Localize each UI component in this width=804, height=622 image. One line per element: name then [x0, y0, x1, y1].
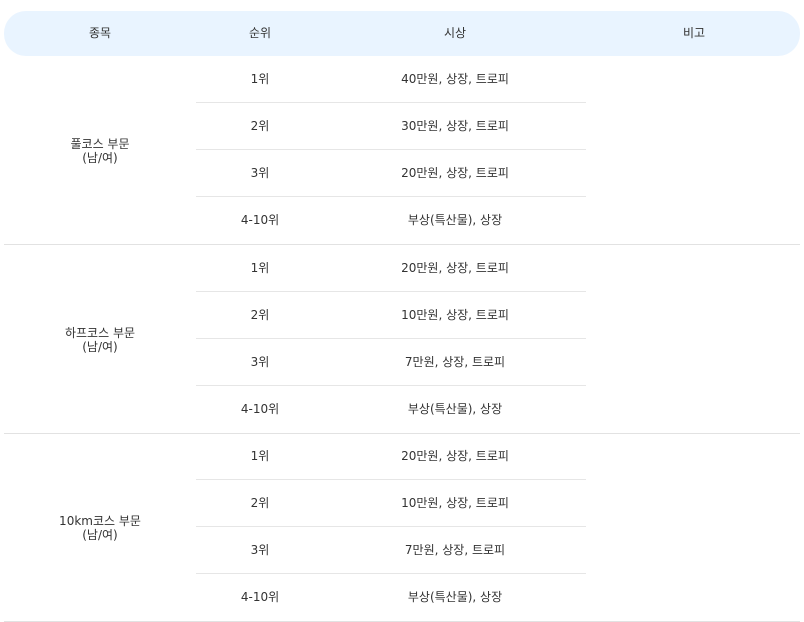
- rank-cell: 3위: [250, 166, 270, 180]
- header-note: 비고: [682, 26, 706, 40]
- prize-cell: 40만원, 상장, 트로피: [401, 72, 509, 86]
- table-row: 3위 7만원, 상장, 트로피: [196, 527, 586, 574]
- event-name: 풀코스 부문: [70, 136, 130, 151]
- header-event: 종목: [88, 26, 112, 40]
- event-gender: (남/여): [82, 150, 118, 165]
- prize-cell: 10만원, 상장, 트로피: [401, 496, 509, 510]
- table-header: 종목 순위 시상 비고: [4, 11, 800, 56]
- event-group-10km: 10km코스 부문 (남/여) 1위 20만원, 상장, 트로피 2위 10만원…: [4, 433, 800, 622]
- prize-cell: 10만원, 상장, 트로피: [401, 308, 509, 322]
- prize-cell: 7만원, 상장, 트로피: [404, 543, 506, 557]
- rank-cell: 2위: [250, 119, 270, 133]
- table-row: 1위 40만원, 상장, 트로피: [196, 56, 586, 103]
- rank-cell: 4-10위: [240, 590, 280, 604]
- table-row: 4-10위 부상(특산물), 상장: [196, 574, 586, 621]
- table-row: 4-10위 부상(특산물), 상장: [196, 197, 586, 244]
- table-row: 2위 10만원, 상장, 트로피: [196, 480, 586, 527]
- event-gender: (남/여): [82, 527, 118, 542]
- rank-cell: 1위: [250, 261, 270, 275]
- prize-cell: 부상(특산물), 상장: [407, 590, 503, 604]
- rank-cell: 3위: [250, 355, 270, 369]
- rank-cell: 4-10위: [240, 402, 280, 416]
- table-row: 1위 20만원, 상장, 트로피: [196, 433, 586, 480]
- prize-cell: 20만원, 상장, 트로피: [401, 261, 509, 275]
- rank-cell: 1위: [250, 449, 270, 463]
- prize-cell: 7만원, 상장, 트로피: [404, 355, 506, 369]
- prize-cell: 부상(특산물), 상장: [407, 402, 503, 416]
- rank-cell: 2위: [250, 308, 270, 322]
- table-row: 1위 20만원, 상장, 트로피: [196, 245, 586, 292]
- prize-cell: 20만원, 상장, 트로피: [401, 166, 509, 180]
- event-group-full: 풀코스 부문 (남/여) 1위 40만원, 상장, 트로피 2위 30만원, 상…: [4, 56, 800, 245]
- header-prize: 시상: [443, 26, 467, 40]
- table-row: 3위 20만원, 상장, 트로피: [196, 150, 586, 197]
- prize-cell: 20만원, 상장, 트로피: [401, 449, 509, 463]
- event-name: 10km코스 부문: [59, 513, 141, 528]
- awards-table: 종목 순위 시상 비고 풀코스 부문 (남/여) 1위 40만원, 상장, 트로…: [0, 0, 804, 622]
- rank-cell: 1위: [250, 72, 270, 86]
- table-row: 2위 10만원, 상장, 트로피: [196, 292, 586, 339]
- event-label: 풀코스 부문 (남/여): [70, 137, 129, 165]
- table-row: 4-10위 부상(특산물), 상장: [196, 386, 586, 433]
- rank-cell: 2위: [250, 496, 270, 510]
- prize-cell: 30만원, 상장, 트로피: [401, 119, 509, 133]
- event-group-half: 하프코스 부문 (남/여) 1위 20만원, 상장, 트로피 2위 10만원, …: [4, 245, 800, 434]
- rank-cell: 3위: [250, 543, 270, 557]
- event-gender: (남/여): [82, 339, 118, 354]
- table-row: 3위 7만원, 상장, 트로피: [196, 339, 586, 386]
- event-label: 하프코스 부문 (남/여): [65, 326, 135, 354]
- rank-cell: 4-10위: [240, 213, 280, 227]
- table-row: 2위 30만원, 상장, 트로피: [196, 103, 586, 150]
- event-label: 10km코스 부문 (남/여): [59, 514, 141, 542]
- event-name: 하프코스 부문: [64, 325, 136, 340]
- prize-cell: 부상(특산물), 상장: [407, 213, 503, 227]
- header-rank: 순위: [248, 26, 272, 40]
